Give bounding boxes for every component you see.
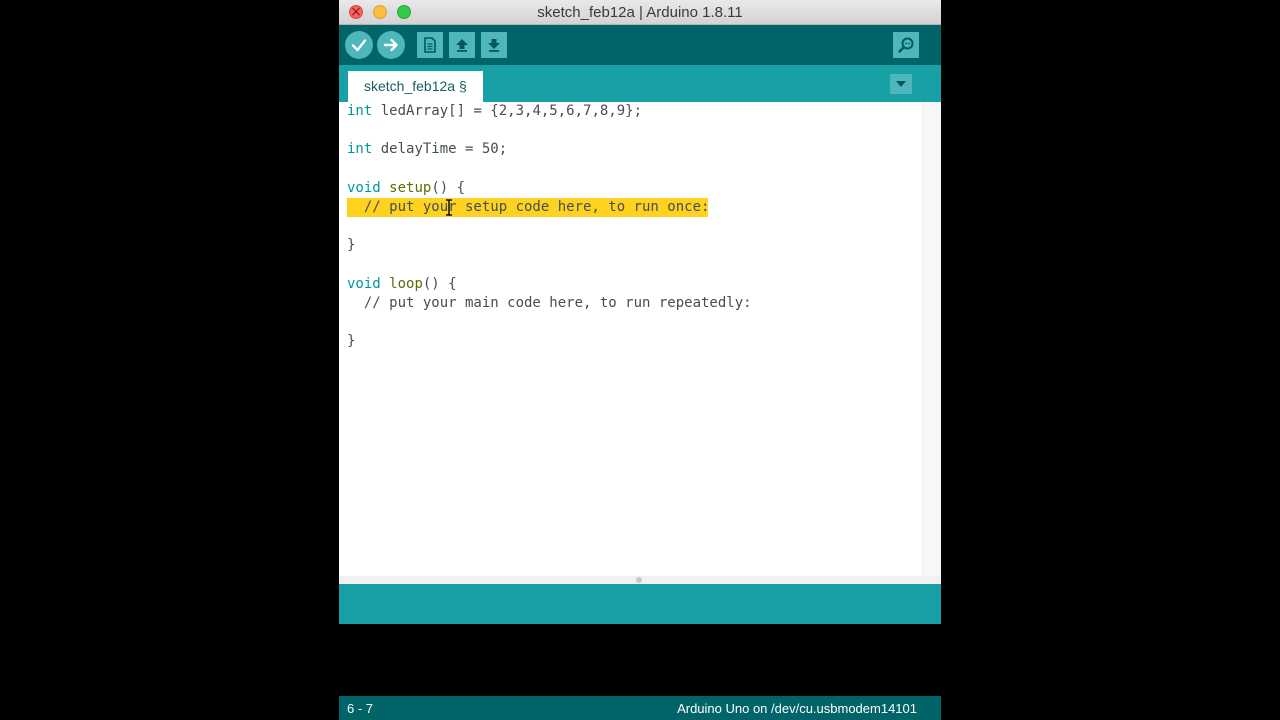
board-port-indicator: Arduino Uno on /dev/cu.usbmodem14101 [677,701,917,716]
open-sketch-button[interactable] [449,32,475,58]
tab-sketch[interactable]: sketch_feb12a § [348,71,483,102]
save-sketch-button[interactable] [481,32,507,58]
title-bar: sketch_feb12a | Arduino 1.8.11 [339,0,941,25]
code-line: void setup() { [347,180,466,196]
new-file-icon [424,37,436,53]
arrow-down-icon [488,39,500,52]
chevron-down-icon [896,81,906,87]
window-title: sketch_feb12a | Arduino 1.8.11 [537,4,743,21]
code-line: } [347,237,356,253]
code-line: // put your main code here, to run repea… [347,295,752,311]
serial-monitor-button[interactable] [893,32,919,58]
arrow-up-icon [456,39,468,52]
status-bar: 6 - 7 Arduino Uno on /dev/cu.usbmodem141… [339,696,941,720]
output-console[interactable] [339,624,941,696]
magnifier-icon [898,37,914,53]
toolbar [339,25,941,65]
upload-button[interactable] [377,31,405,59]
arduino-ide-window: sketch_feb12a | Arduino 1.8.11 [339,0,941,720]
code-line: } [347,333,356,349]
verify-button[interactable] [345,31,373,59]
drag-handle-icon [636,577,642,583]
verify-icon [351,39,367,52]
code-line: int delayTime = 50; [347,141,508,157]
new-sketch-button[interactable] [417,32,443,58]
code-line: void loop() { [347,276,457,292]
code-line-selected: // put your setup code here, to run once… [347,199,710,215]
editor-scrollbar[interactable] [922,102,941,576]
code-editor[interactable]: int ledArray[] = {2,3,4,5,6,7,8,9}; int … [339,102,922,576]
tab-bar: sketch_feb12a § [339,65,941,102]
i-beam-cursor-icon [446,199,452,216]
message-area [339,584,941,624]
code-line: int ledArray[] = {2,3,4,5,6,7,8,9}; [347,103,643,119]
line-indicator: 6 - 7 [347,701,374,716]
tab-menu-button[interactable] [890,74,912,94]
editor-console-divider[interactable] [339,576,941,584]
upload-icon [383,38,398,52]
